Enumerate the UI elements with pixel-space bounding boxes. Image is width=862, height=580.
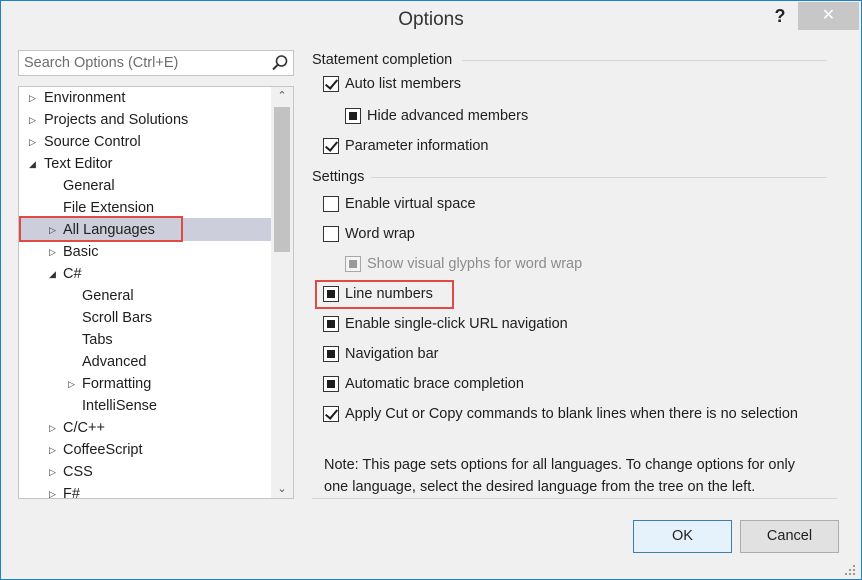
tree-item[interactable]: ▷ C/C++ <box>19 417 269 439</box>
collapsed-arrow-icon[interactable]: ▷ <box>49 483 61 498</box>
resize-grip-icon[interactable] <box>843 563 857 577</box>
collapsed-arrow-icon[interactable]: ▷ <box>29 109 41 131</box>
tree-item[interactable]: IntelliSense <box>19 395 269 417</box>
checkbox-box[interactable] <box>323 76 339 92</box>
checkbox-box <box>345 256 361 272</box>
collapsed-arrow-icon[interactable]: ▷ <box>49 461 61 483</box>
expanded-arrow-icon[interactable]: ◢ <box>29 153 41 175</box>
tree-item-label: C# <box>63 266 82 282</box>
tree-item-label: Tabs <box>82 332 113 348</box>
search-box[interactable] <box>18 50 294 76</box>
options-tree[interactable]: ▷ Environment ▷ Projects and Solutions ▷ Sour… <box>18 86 294 499</box>
collapsed-arrow-icon[interactable]: ▷ <box>29 131 41 153</box>
help-icon[interactable]: ? <box>769 5 791 29</box>
tree-item[interactable]: ▷ CoffeeScript <box>19 439 269 461</box>
scroll-up-icon[interactable]: ⌃ <box>271 87 293 105</box>
collapsed-arrow-icon[interactable]: ▷ <box>29 87 41 109</box>
tree-item[interactable]: General <box>19 285 269 307</box>
statement-completion-heading: Statement completion <box>312 52 453 68</box>
tree-item-label: Source Control <box>44 134 141 150</box>
tree-item[interactable]: ▷ Source Control <box>19 131 269 153</box>
checkbox-box[interactable] <box>323 138 339 154</box>
checkbox-box[interactable] <box>323 316 339 332</box>
checkbox-box[interactable] <box>323 406 339 422</box>
tree-item[interactable]: ▷ Environment <box>19 87 269 109</box>
tree-item[interactable]: ▷ Formatting <box>19 373 269 395</box>
group-divider <box>462 60 827 61</box>
checkbox-box[interactable] <box>323 226 339 242</box>
close-icon: ✕ <box>821 7 836 24</box>
tree-item[interactable]: ◢ Text Editor <box>19 153 269 175</box>
tree-item-label: IntelliSense <box>82 398 157 414</box>
settings-heading: Settings <box>312 169 365 185</box>
checkbox-box[interactable] <box>323 346 339 362</box>
tree-item-label: CSS <box>63 464 93 480</box>
footer-divider <box>312 498 837 499</box>
tree-item-label: Advanced <box>82 354 147 370</box>
search-input[interactable] <box>19 51 267 75</box>
tree-item[interactable]: Scroll Bars <box>19 307 269 329</box>
tree-item[interactable]: ▷ Projects and Solutions <box>19 109 269 131</box>
tree-item-label: Scroll Bars <box>82 310 153 326</box>
title-bar[interactable]: Options ? ✕ <box>1 1 861 37</box>
checkbox-box[interactable] <box>323 376 339 392</box>
cancel-button[interactable]: Cancel <box>740 520 839 553</box>
annotation-highlight-all-languages <box>19 216 183 242</box>
tree-item-label: Basic <box>63 244 99 260</box>
tree-item-label: Text Editor <box>44 156 113 172</box>
tree-item-label: Environment <box>44 90 126 106</box>
tree-item-label: General <box>82 288 134 304</box>
tree-item[interactable]: ▷ CSS <box>19 461 269 483</box>
checkbox-box[interactable] <box>323 196 339 212</box>
tree-item[interactable]: ▷ Basic <box>19 241 269 263</box>
tree-item-label: CoffeeScript <box>63 442 143 458</box>
close-button[interactable]: ✕ <box>798 2 859 30</box>
tree-item[interactable]: Tabs <box>19 329 269 351</box>
tree-item[interactable]: Advanced <box>19 351 269 373</box>
search-icon[interactable] <box>271 54 289 72</box>
tree-item-label: General <box>63 178 115 194</box>
tree-item-label: F# <box>63 486 80 499</box>
tree-item-label: Formatting <box>82 376 152 392</box>
tree-item[interactable]: ◢ C# <box>19 263 269 285</box>
dialog-title: Options <box>398 9 464 30</box>
collapsed-arrow-icon[interactable]: ▷ <box>49 417 61 439</box>
tree-item-label: C/C++ <box>63 420 105 436</box>
expanded-arrow-icon[interactable]: ◢ <box>49 263 61 285</box>
scroll-down-icon[interactable]: ⌄ <box>271 480 293 498</box>
note-text: Note: This page sets options for all lan… <box>324 457 796 495</box>
tree-item[interactable]: ▷ F# <box>19 483 269 499</box>
collapsed-arrow-icon[interactable]: ▷ <box>68 373 80 395</box>
checkbox-box[interactable] <box>345 108 361 124</box>
ok-button[interactable]: OK <box>633 520 732 553</box>
annotation-highlight-line-numbers <box>315 280 454 309</box>
group-divider <box>371 177 827 178</box>
collapsed-arrow-icon[interactable]: ▷ <box>49 241 61 263</box>
tree-scrollbar[interactable]: ⌃ ⌄ <box>271 87 293 498</box>
tree-item[interactable]: General <box>19 175 269 197</box>
tree-item-label: Projects and Solutions <box>44 112 189 128</box>
options-dialog: Options ? ✕ ▷Environment▷Projects and So… <box>0 0 862 580</box>
scroll-thumb[interactable] <box>274 107 290 252</box>
collapsed-arrow-icon[interactable]: ▷ <box>49 439 61 461</box>
